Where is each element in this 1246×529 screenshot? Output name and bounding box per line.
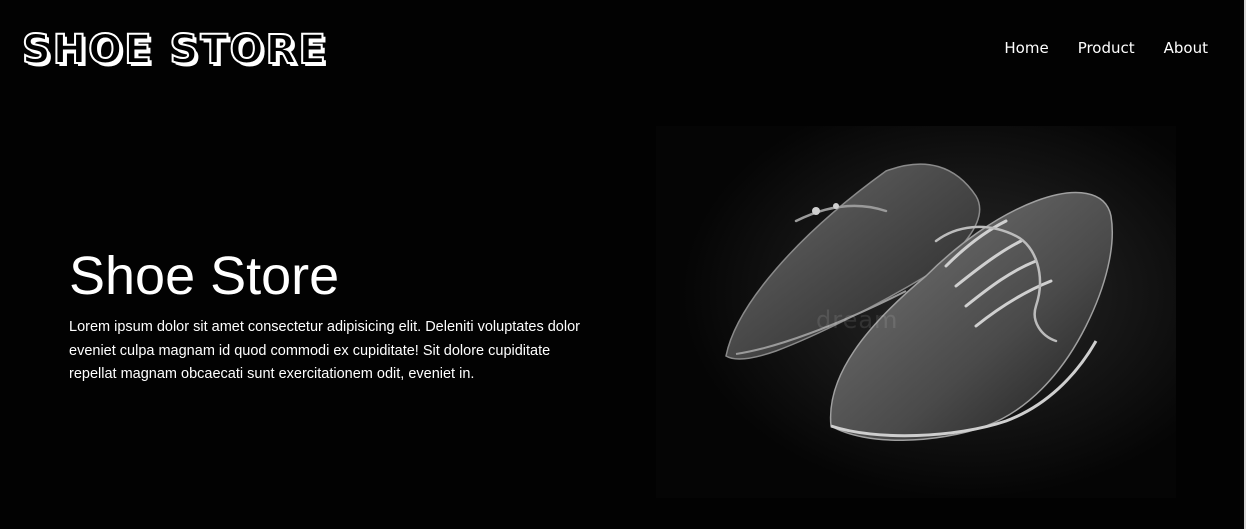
page: SHOE STORE Home Product About Shoe Store… (0, 0, 1246, 529)
hero-description: Lorem ipsum dolor sit amet consectetur a… (69, 319, 580, 382)
nav-link-home[interactable]: Home (1004, 38, 1048, 58)
site-logo[interactable]: SHOE STORE (21, 26, 328, 74)
nav-link-about[interactable]: About (1164, 38, 1208, 58)
top-navigation-bar: SHOE STORE Home Product About (0, 0, 1246, 100)
hero-text-block: Shoe Store Lorem ipsum dolor sit amet co… (69, 246, 589, 387)
nav-link-product[interactable]: Product (1078, 38, 1135, 58)
main-nav: Home Product About (1004, 38, 1208, 58)
hero-shoe-image: dream (656, 126, 1176, 498)
image-watermark: dream (816, 306, 899, 334)
hero-title: Shoe Store (69, 246, 340, 306)
shoes-illustration (656, 126, 1176, 498)
